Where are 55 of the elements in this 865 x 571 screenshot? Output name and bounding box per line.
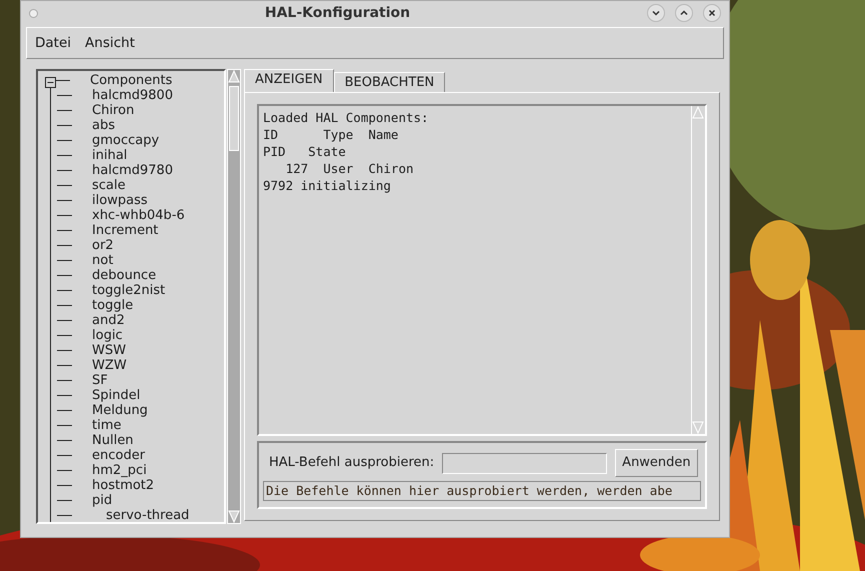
tree-item[interactable]: Chiron [92, 103, 134, 118]
command-field[interactable] [442, 452, 608, 474]
chevron-up-icon [679, 8, 689, 18]
window-menu-icon[interactable] [29, 8, 38, 18]
scroll-up-arrow[interactable] [692, 106, 704, 119]
scroll-up-arrow[interactable] [228, 70, 240, 83]
window-title: HAL-Konfiguration [264, 4, 412, 22]
tree-item[interactable]: Nullen [92, 433, 134, 448]
tree-item[interactable]: hostmot2 [92, 478, 154, 493]
tree-item[interactable]: Increment [92, 223, 158, 238]
menu-item[interactable]: Ansicht [85, 32, 135, 54]
tree-item[interactable]: SF [92, 373, 108, 388]
scrollbar[interactable] [691, 106, 705, 434]
menu-item[interactable]: Datei [35, 32, 72, 54]
tab[interactable]: ANZEIGEN [244, 69, 334, 92]
close-button[interactable] [703, 4, 721, 22]
scroll-thumb[interactable] [229, 86, 239, 151]
tree-item[interactable]: debounce [92, 268, 156, 283]
tree-item[interactable]: xhc-whb04b-6 [92, 208, 185, 223]
tree-item[interactable]: halcmd9800 [92, 88, 173, 103]
chevron-down-icon [651, 8, 661, 18]
tree-item[interactable]: encoder [92, 448, 145, 463]
tree-item[interactable]: WZW [92, 358, 127, 373]
tree-item[interactable]: time [92, 418, 122, 433]
tab[interactable]: BEOBACHTEN [334, 72, 446, 92]
tree-item[interactable]: ilowpass [92, 193, 148, 208]
tree-item[interactable]: Meldung [92, 403, 148, 418]
tree-item[interactable]: gmoccapy [92, 133, 160, 148]
tree-item[interactable]: not [92, 253, 114, 268]
hint-text: Die Befehle können hier ausprobiert werden, werden abe [263, 481, 701, 501]
output-text: Loaded HAL Components: ID Type Name PID State 127 User Chiron 9792 initializing [262, 109, 430, 195]
tree-item[interactable]: Spindel [92, 388, 140, 403]
tree-item[interactable]: scale [92, 178, 126, 193]
command-label: HAL-Befehl ausprobieren: [269, 454, 434, 472]
tree-item[interactable]: hm2_pci [92, 463, 147, 478]
collapse-icon[interactable] [45, 75, 56, 86]
tree-item[interactable]: abs [92, 118, 115, 133]
close-icon [707, 8, 717, 18]
scroll-down-arrow[interactable] [228, 510, 240, 523]
apply-button[interactable]: Anwenden [615, 449, 698, 477]
scroll-down-arrow[interactable] [692, 421, 704, 434]
tree-item[interactable]: Components [90, 73, 172, 88]
tree-item[interactable]: logic [92, 328, 123, 343]
tree-item[interactable]: WSW [92, 343, 126, 358]
tree-item[interactable]: inihal [92, 148, 128, 163]
tree-item[interactable]: and2 [92, 313, 125, 328]
tree-item[interactable]: pid [92, 493, 112, 508]
tree-item[interactable]: halcmd9780 [92, 163, 173, 178]
maximize-button[interactable] [675, 4, 693, 22]
tree-item[interactable]: toggle [92, 298, 134, 313]
tree-item[interactable]: toggle2nist [92, 283, 166, 298]
tree-item[interactable]: or2 [92, 238, 114, 253]
tree-item[interactable]: servo-thread [106, 508, 190, 522]
minimize-button[interactable] [647, 4, 665, 22]
scrollbar[interactable] [227, 69, 241, 524]
